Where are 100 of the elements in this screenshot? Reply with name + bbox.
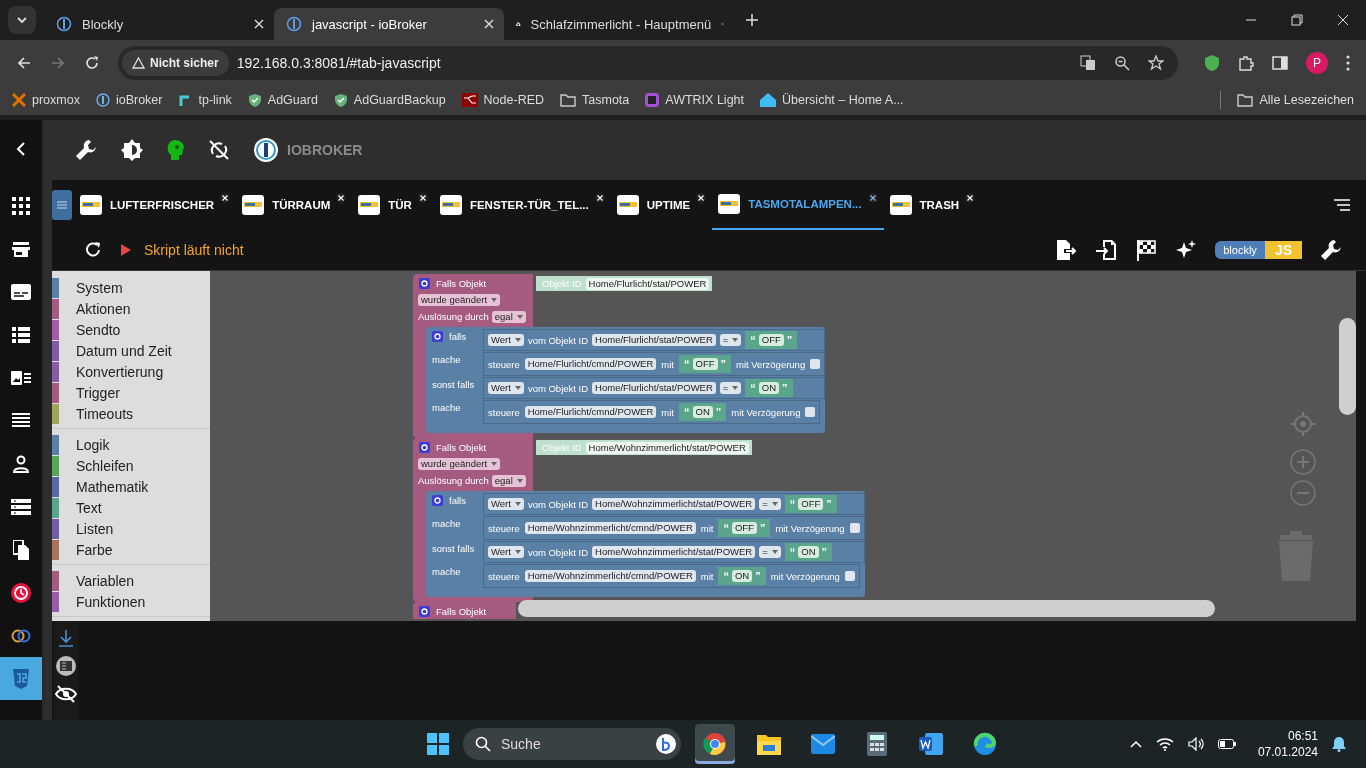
restore-icon[interactable] [1291, 14, 1303, 26]
forward-icon[interactable] [50, 54, 66, 71]
object-id-field[interactable]: Home/Flurlicht/stat/POWER [585, 277, 710, 290]
close-icon[interactable] [336, 193, 347, 203]
toolbox-category[interactable]: Logik [52, 434, 210, 455]
value-dropdown[interactable]: Wert [488, 498, 524, 510]
copilot-icon[interactable] [655, 733, 677, 755]
horizontal-scrollbar[interactable] [518, 600, 1215, 617]
search-field[interactable]: Suche [463, 728, 681, 760]
text-block[interactable]: “ OFF ” [718, 519, 771, 537]
speaker-icon[interactable] [1187, 737, 1204, 751]
checkered-flag-icon[interactable] [1135, 239, 1158, 261]
delay-checkbox[interactable] [844, 571, 855, 581]
event-block[interactable]: Falls Objekt Objekt ID Home/Wohnzimmerlicht/stat/POWER wurde geändert Auslösung durch egal falls Wert vom Objekt ID Home/Wohnzimmerlicht/stat/POWER = “ OFF ” mache steuere Home/Wohnzimmerlicht/cmnd/POWER mit “ OFF ” mit Verzögerung sonst falls Wert vom Objekt ID Home/Wohnzimmerlicht/stat/POWER = “ ON ” mache steuere Home/Wohnzimmerlicht/cmnd/POWER mit “ ON ” mit Verzögerung [413, 438, 865, 602]
new-tab-icon[interactable] [746, 14, 758, 26]
reload-icon[interactable] [84, 241, 102, 259]
toolbox-category[interactable]: Konvertierung [52, 361, 210, 382]
object-id-field[interactable]: Home/Wohnzimmerlicht/stat/POWER [592, 498, 756, 510]
bookmark[interactable]: tp-link [178, 93, 232, 107]
toolbox-category[interactable]: Funktionen [52, 591, 210, 612]
chevron-up-icon[interactable] [1129, 740, 1142, 748]
panel-icon[interactable] [55, 655, 77, 677]
delay-checkbox[interactable] [849, 523, 860, 533]
bookmark[interactable]: Tasmota [560, 93, 630, 107]
wrench-icon[interactable] [75, 139, 97, 161]
value-dropdown[interactable]: Wert [488, 546, 524, 558]
shield-icon[interactable] [1204, 53, 1220, 72]
close-icon[interactable] [220, 193, 231, 203]
control-block[interactable]: steuere Home/Flurlicht/cmnd/POWER mit “ ON ” mit Verzögerung [483, 400, 821, 424]
close-icon[interactable] [1337, 14, 1349, 26]
toolbox-category[interactable]: Sendto [52, 319, 210, 340]
bookmark[interactable]: Übersicht – Home A... [760, 93, 904, 107]
condition-block[interactable]: Wert vom Objekt ID Home/Flurlicht/stat/POWER = “ ON ” [483, 377, 826, 399]
text-block[interactable]: “ ON ” [718, 567, 766, 585]
if-block[interactable] [426, 327, 826, 433]
toolbox-category[interactable]: Variablen [52, 570, 210, 591]
event-dropdown[interactable]: wurde geändert [418, 457, 501, 470]
gear-icon[interactable] [432, 331, 443, 342]
toolbox-category[interactable]: Mathematik [52, 476, 210, 497]
toolbox-category[interactable]: Text [52, 497, 210, 518]
object-id-block[interactable]: Objekt ID Home/Flurlicht/stat/POWER [536, 276, 713, 291]
text-block[interactable]: “ OFF ” [784, 495, 837, 513]
clock[interactable]: 06:51 07.01.2024 [1257, 728, 1318, 760]
gear-icon[interactable] [419, 606, 430, 617]
trigger-dropdown[interactable]: egal [491, 310, 526, 323]
translate-icon[interactable] [1080, 54, 1096, 71]
all-bookmarks-link[interactable]: Alle Lesezeichen [1237, 93, 1354, 107]
condition-block[interactable]: Wert vom Objekt ID Home/Wohnzimmerlicht/stat/POWER = “ OFF ” [483, 493, 865, 515]
bookmark[interactable]: Node-RED [461, 93, 545, 107]
close-icon[interactable] [965, 193, 976, 203]
toolbox-category[interactable]: Aktionen [52, 298, 210, 319]
browser-tab[interactable]: Schlafzimmerlicht - Hauptmenü [504, 8, 734, 40]
value-dropdown[interactable]: Wert [488, 334, 524, 346]
script-tab[interactable]: TASMOTALAMPEN... [712, 180, 884, 230]
control-block[interactable]: steuere Home/Wohnzimmerlicht/cmnd/POWER mit “ ON ” mit Verzögerung [483, 564, 860, 588]
play-icon[interactable] [120, 243, 132, 257]
delay-checkbox[interactable] [805, 407, 816, 417]
script-tab[interactable]: FENSTER-TÜR_TEL... [433, 180, 611, 230]
gear-icon[interactable] [419, 442, 430, 453]
text-block[interactable]: “ ON ” [784, 543, 833, 561]
operator-dropdown[interactable]: = [719, 334, 742, 346]
eye-off-icon[interactable] [55, 685, 77, 703]
close-icon[interactable] [867, 193, 878, 203]
script-tab[interactable]: TRASH [883, 180, 982, 230]
close-icon[interactable] [254, 19, 264, 29]
bookmark[interactable]: ioBroker [95, 93, 163, 107]
wifi-icon[interactable] [1155, 737, 1174, 751]
vertical-scrollbar[interactable] [1339, 318, 1356, 415]
bookmark[interactable]: proxmox [12, 93, 80, 107]
windows-icon[interactable] [427, 733, 449, 755]
operator-dropdown[interactable]: = [759, 546, 781, 558]
taskbar-app[interactable] [695, 724, 735, 764]
import-icon[interactable] [1095, 239, 1118, 261]
operator-dropdown[interactable]: = [759, 498, 781, 510]
side-panel-icon[interactable] [1272, 54, 1288, 71]
more-icon[interactable] [1346, 54, 1350, 71]
control-block[interactable]: steuere Home/Wohnzimmerlicht/cmnd/POWER mit “ OFF ” mit Verzögerung [483, 516, 865, 540]
object-id-block[interactable]: Objekt ID Home/Wohnzimmerlicht/stat/POWER [536, 440, 752, 455]
text-block[interactable]: “ ON ” [745, 379, 793, 397]
toolbox-category[interactable]: Farbe [52, 539, 210, 560]
object-id-field[interactable]: Home/Flurlicht/stat/POWER [592, 382, 716, 394]
collapse-icon[interactable] [16, 142, 26, 156]
bookmark[interactable]: AWTRIX Light [645, 93, 744, 107]
operator-dropdown[interactable]: = [719, 382, 742, 394]
object-id-field[interactable]: Home/Wohnzimmerlicht/cmnd/POWER [524, 570, 696, 582]
text-block[interactable]: “ OFF ” [679, 355, 731, 373]
delay-checkbox[interactable] [810, 359, 821, 369]
download-icon[interactable] [58, 629, 74, 647]
tab-search-button[interactable] [8, 6, 36, 34]
close-icon[interactable] [484, 19, 494, 29]
star-icon[interactable] [1148, 54, 1164, 71]
battery-icon[interactable] [1217, 739, 1236, 749]
bell-icon[interactable] [1332, 736, 1346, 752]
trigger-dropdown[interactable]: egal [491, 474, 526, 487]
script-tab[interactable]: LUFTERFRISCHER [74, 180, 237, 230]
security-chip[interactable]: Nicht sicher [122, 49, 229, 76]
script-tab[interactable]: TÜR [352, 180, 434, 230]
condition-block[interactable]: Wert vom Objekt ID Home/Wohnzimmerlicht/stat/POWER = “ ON ” [483, 541, 865, 563]
script-tab[interactable]: TÜRRAUM [236, 180, 353, 230]
close-icon[interactable] [696, 193, 707, 203]
